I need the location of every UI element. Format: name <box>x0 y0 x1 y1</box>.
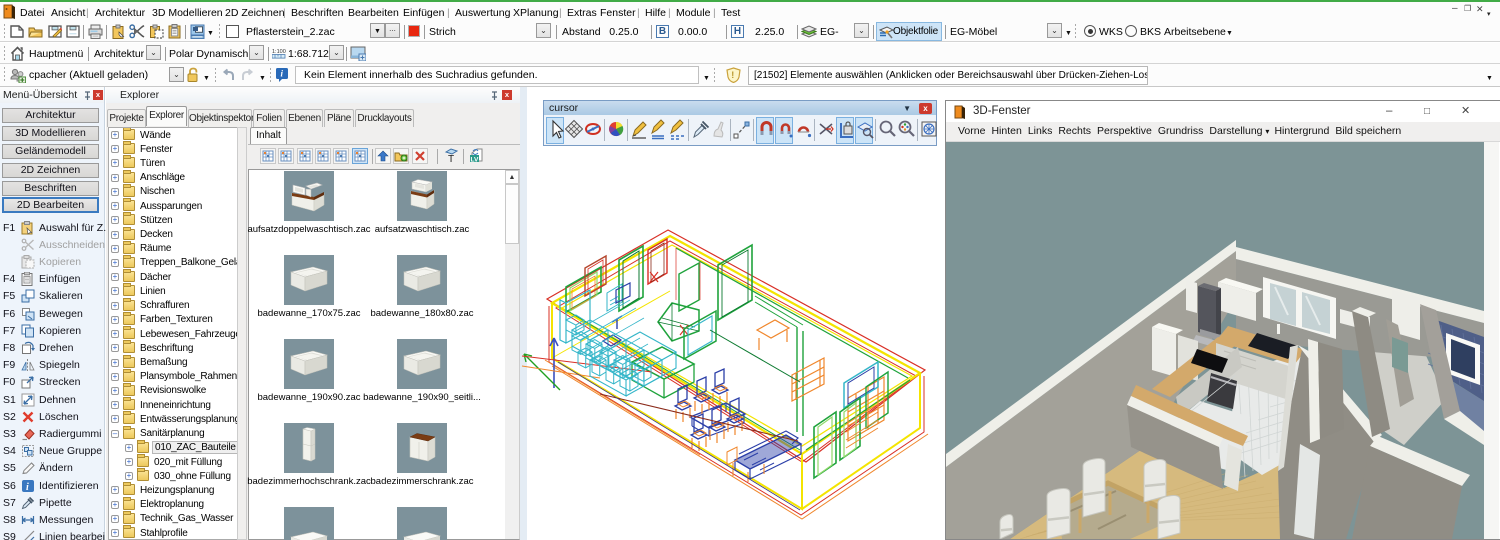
svg-text:i: i <box>26 482 29 493</box>
svg-text:!: ! <box>731 70 734 80</box>
svg-text:T: T <box>448 154 454 164</box>
svg-text:1:100: 1:100 <box>272 49 286 55</box>
svg-text:LV: LV <box>471 157 479 164</box>
